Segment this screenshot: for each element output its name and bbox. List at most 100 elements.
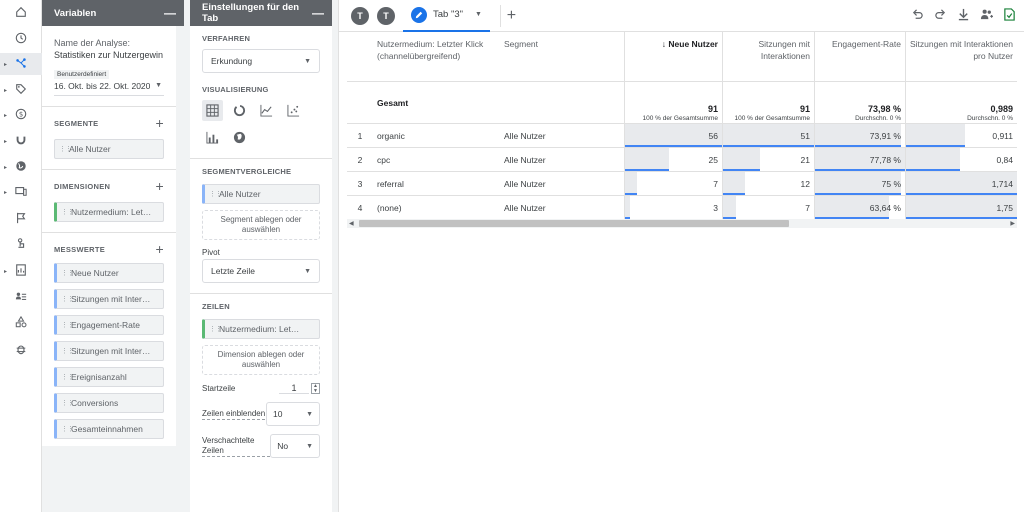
rail-item-globe[interactable]: ▸ [0, 156, 42, 178]
scroll-right-icon[interactable]: ▶ [1010, 220, 1015, 227]
date-range-picker[interactable]: Benutzerdefiniert 16. Okt. bis 22. Okt. … [54, 68, 164, 96]
analysis-name[interactable]: Name der Analyse: Statistiken zur Nutzer… [42, 26, 176, 60]
analysis-name-value[interactable]: Statistiken zur Nutzergewin … [54, 50, 164, 60]
metric-chip-event-count[interactable]: Ereignisanzahl [54, 367, 164, 387]
header-dimension[interactable]: Nutzermedium: Letzter Klick (channelüber… [373, 32, 500, 81]
rail-item-report[interactable]: ▸ [0, 260, 42, 282]
metric-chip-engagement-rate[interactable]: Engagement-Rate [54, 315, 164, 335]
show-rows-select[interactable]: 10 ▼ [266, 402, 320, 426]
add-tab-button[interactable]: + [499, 4, 522, 27]
table-icon[interactable] [202, 100, 223, 121]
rail-item-dollar[interactable]: ▸ $ [0, 104, 42, 126]
scatter-icon[interactable] [283, 100, 304, 121]
start-row-stepper[interactable]: 1 ▲ ▼ [270, 383, 320, 394]
table-row[interactable]: 1 organic Alle Nutzer 56 51 73,91 % 0,911 [347, 124, 1017, 148]
redo-icon[interactable] [934, 8, 947, 23]
header-new-users[interactable]: ↓ Neue Nutzer [625, 32, 723, 81]
rail-item-devices[interactable]: ▸ [0, 181, 42, 203]
bar-chart-icon[interactable] [202, 127, 223, 148]
rail-item-history[interactable] [0, 28, 42, 50]
scroll-left-icon[interactable]: ◀ [349, 220, 354, 227]
chevron-down-icon[interactable]: ▼ [475, 11, 482, 18]
cell-bar-line [625, 145, 722, 147]
expand-caret-icon[interactable]: ▸ [4, 112, 7, 119]
start-row-value[interactable]: 1 [279, 383, 309, 394]
expand-caret-icon[interactable]: ▸ [4, 87, 7, 94]
line-chart-icon[interactable] [256, 100, 277, 121]
tab-avatar-1[interactable]: T [351, 6, 369, 25]
nested-rows-control: Verschachtelte Zeilen No ▼ [202, 434, 320, 458]
metrics-section: MESSWERTE + Neue Nutzer Sitzungen mit In… [42, 232, 176, 439]
nested-rows-label: Verschachtelte Zeilen [202, 436, 271, 457]
total-label: Gesamt [377, 97, 409, 108]
tab-active[interactable]: Tab "3" ▼ [403, 0, 490, 32]
technique-section: VERFAHREN Erkundung ▼ VISUALISIERUNG [190, 26, 332, 159]
share-icon[interactable] [980, 8, 993, 23]
rail-item-explore[interactable]: ▸ [0, 53, 42, 75]
geo-icon[interactable] [229, 127, 250, 148]
undo-icon[interactable] [911, 8, 924, 23]
pivot-select[interactable]: Letzte Zeile ▼ [202, 259, 320, 283]
technique-title: VERFAHREN [202, 34, 251, 43]
header-segment[interactable]: Segment [500, 32, 625, 81]
dimension-chip[interactable]: Nutzermedium: Let… [54, 202, 164, 222]
collapse-tab-settings-button[interactable]: — [312, 6, 324, 20]
header-engaged-sessions-per-user[interactable]: Sitzungen mit Interaktionen pro Nutzer [906, 32, 1017, 81]
rail-item-home[interactable] [0, 2, 42, 24]
variables-body: Name der Analyse: Statistiken zur Nutzer… [42, 26, 176, 446]
total-engaged-sessions-per-user: 0,989 Durchschn. 0 % [906, 82, 1017, 123]
header-engagement-rate[interactable]: Engagement-Rate [815, 32, 906, 81]
cell-bar-line [625, 169, 669, 171]
rail-item-magnet[interactable]: ▸ [0, 130, 42, 152]
segment-dropzone[interactable]: Segment ablegen oder auswählen [202, 210, 320, 240]
visualization-title: VISUALISIERUNG [202, 85, 269, 94]
rail-item-flag[interactable] [0, 208, 42, 230]
header-engaged-sessions[interactable]: Sitzungen mit Interaktionen [723, 32, 815, 81]
segment-compare-title: SEGMENTVERGLEICHE [202, 167, 292, 176]
export-sheet-icon[interactable] [1003, 8, 1016, 23]
rail-item-bug[interactable] [0, 339, 42, 361]
expand-caret-icon[interactable]: ▸ [4, 268, 7, 275]
expand-caret-icon[interactable]: ▸ [4, 138, 7, 145]
segment-compare-chip[interactable]: Alle Nutzer [202, 184, 320, 204]
technique-select[interactable]: Erkundung ▼ [202, 49, 320, 73]
cell-engaged-sessions: 51 [723, 124, 815, 147]
rail-item-tag[interactable]: ▸ [0, 79, 42, 101]
row-index: 1 [347, 124, 373, 147]
cell-bar-line [625, 217, 630, 219]
collapse-variables-button[interactable]: — [164, 6, 176, 20]
metric-chip-engaged-sessions[interactable]: Sitzungen mit Inter… [54, 289, 164, 309]
expand-caret-icon[interactable]: ▸ [4, 189, 7, 196]
segment-chip[interactable]: Alle Nutzer [54, 139, 164, 159]
metric-chip-new-users[interactable]: Neue Nutzer [54, 263, 164, 283]
download-icon[interactable] [957, 8, 970, 23]
metric-chip-conversions[interactable]: Conversions [54, 393, 164, 413]
add-dimension-button[interactable]: + [156, 178, 164, 194]
donut-icon[interactable] [229, 100, 250, 121]
variables-panel: Variablen — Name der Analyse: Statistike… [42, 0, 184, 512]
cell-engagement-rate: 77,78 % [815, 148, 906, 171]
expand-caret-icon[interactable]: ▸ [4, 164, 7, 171]
date-range-value[interactable]: 16. Okt. bis 22. Okt. 2020 [54, 81, 164, 91]
nested-rows-select[interactable]: No ▼ [270, 434, 320, 458]
stepper-arrows-icon[interactable]: ▲ ▼ [311, 383, 320, 394]
metric-chip-engaged-sessions-per-user[interactable]: Sitzungen mit Inter… [54, 341, 164, 361]
add-metric-button[interactable]: + [156, 241, 164, 257]
row-dimension-value: referral [377, 178, 404, 189]
rail-item-touch[interactable] [0, 233, 42, 255]
expand-caret-icon[interactable]: ▸ [4, 61, 7, 68]
table-row[interactable]: 4 (none) Alle Nutzer 3 7 63,64 % 1,75 [347, 196, 1017, 220]
chevron-down-icon[interactable]: ▼ [155, 82, 162, 89]
rows-dimension-chip[interactable]: Nutzermedium: Let… [202, 319, 320, 339]
dimension-dropzone[interactable]: Dimension ablegen oder auswählen [202, 345, 320, 375]
horizontal-scrollbar[interactable]: ◀ ▶ [347, 219, 1017, 228]
scrollbar-thumb[interactable] [359, 220, 789, 227]
rail-item-shapes[interactable] [0, 312, 42, 334]
tab-avatar-2[interactable]: T [377, 6, 395, 25]
add-segment-button[interactable]: + [156, 115, 164, 131]
rail-item-user-list[interactable] [0, 286, 42, 308]
table-row[interactable]: 2 cpc Alle Nutzer 25 21 77,78 % 0,84 [347, 148, 1017, 172]
cell-new-users: 7 [625, 172, 723, 195]
metric-chip-total-revenue[interactable]: Gesamteinnahmen [54, 419, 164, 439]
table-row[interactable]: 3 referral Alle Nutzer 7 12 75 % 1,714 [347, 172, 1017, 196]
